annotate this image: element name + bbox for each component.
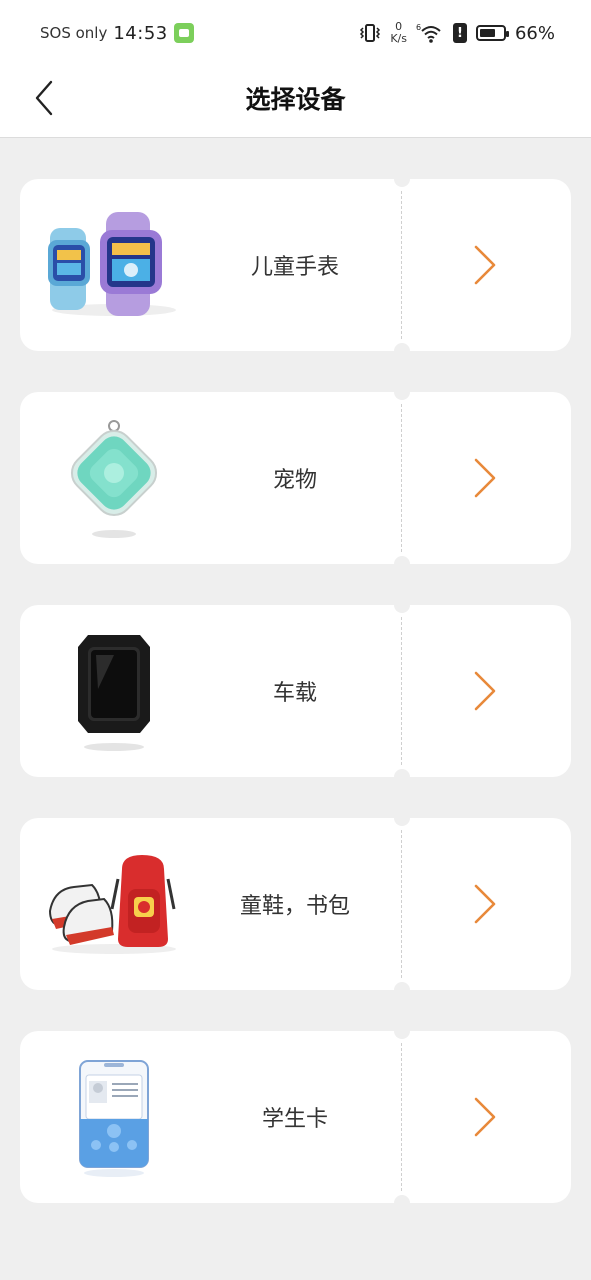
status-bar-right: 0 K/s 6 ! 66%: [359, 18, 555, 48]
ticket-divider: [401, 191, 402, 339]
ticket-divider: [401, 830, 402, 978]
student-card-image: [40, 1053, 188, 1181]
car-tracker-image: [40, 627, 188, 755]
device-list: 儿童手表 宠物 车载 童鞋，书包 学生卡: [20, 171, 571, 1244]
net-speed-unit: K/s: [390, 32, 407, 45]
clock: 14:53: [113, 22, 168, 44]
ticket-notch: [394, 982, 410, 998]
device-card-car[interactable]: 车载: [20, 597, 571, 785]
device-label: 童鞋，书包: [239, 894, 350, 919]
alert-icon: !: [452, 23, 467, 43]
device-label: 儿童手表: [250, 255, 339, 280]
device-card-shoes-backpack[interactable]: 童鞋，书包: [20, 810, 571, 998]
kids-watch-image: [40, 201, 188, 329]
chevron-right-icon: [474, 458, 496, 498]
net-speed: 0 K/s: [390, 21, 407, 45]
status-bar-left: SOS only 14:53: [40, 22, 194, 44]
ticket-divider: [401, 1043, 402, 1191]
chevron-right-icon: [474, 1097, 496, 1137]
wifi-icon: 6: [416, 23, 441, 43]
battery-fill: [479, 29, 495, 37]
shoes-backpack-image: [40, 840, 188, 968]
notification-app-icon: [173, 23, 194, 43]
ticket-notch: [394, 1195, 410, 1211]
carrier-text: SOS only: [40, 24, 108, 42]
chevron-right-icon: [474, 671, 496, 711]
device-label: 学生卡: [261, 1107, 328, 1132]
device-label: 宠物: [272, 468, 317, 493]
pet-tracker-image: [40, 414, 188, 542]
ticket-notch: [394, 769, 410, 785]
battery-percent: 66%: [514, 22, 555, 44]
vibrate-icon: [360, 24, 381, 42]
page-title: 选择设备: [245, 85, 346, 114]
ticket-notch: [394, 171, 410, 187]
ticket-notch: [394, 384, 410, 400]
ticket-divider: [401, 404, 402, 552]
signal-label: 6: [416, 23, 421, 32]
ticket-notch: [394, 810, 410, 826]
ticket-notch: [394, 597, 410, 613]
ticket-notch: [394, 1023, 410, 1039]
ticket-notch: [394, 556, 410, 572]
title-bar: 选择设备: [0, 62, 591, 138]
ticket-divider: [401, 617, 402, 765]
battery-icon: [475, 25, 509, 41]
device-card-pet[interactable]: 宠物: [20, 384, 571, 572]
ticket-notch: [394, 343, 410, 359]
status-bar: SOS only 14:53 0 K/s 6 ! 66%: [0, 0, 591, 62]
device-label: 车载: [272, 681, 317, 706]
chevron-right-icon: [474, 884, 496, 924]
device-card-student-card[interactable]: 学生卡: [20, 1023, 571, 1211]
chevron-right-icon: [474, 245, 496, 285]
device-card-kids-watch[interactable]: 儿童手表: [20, 171, 571, 359]
